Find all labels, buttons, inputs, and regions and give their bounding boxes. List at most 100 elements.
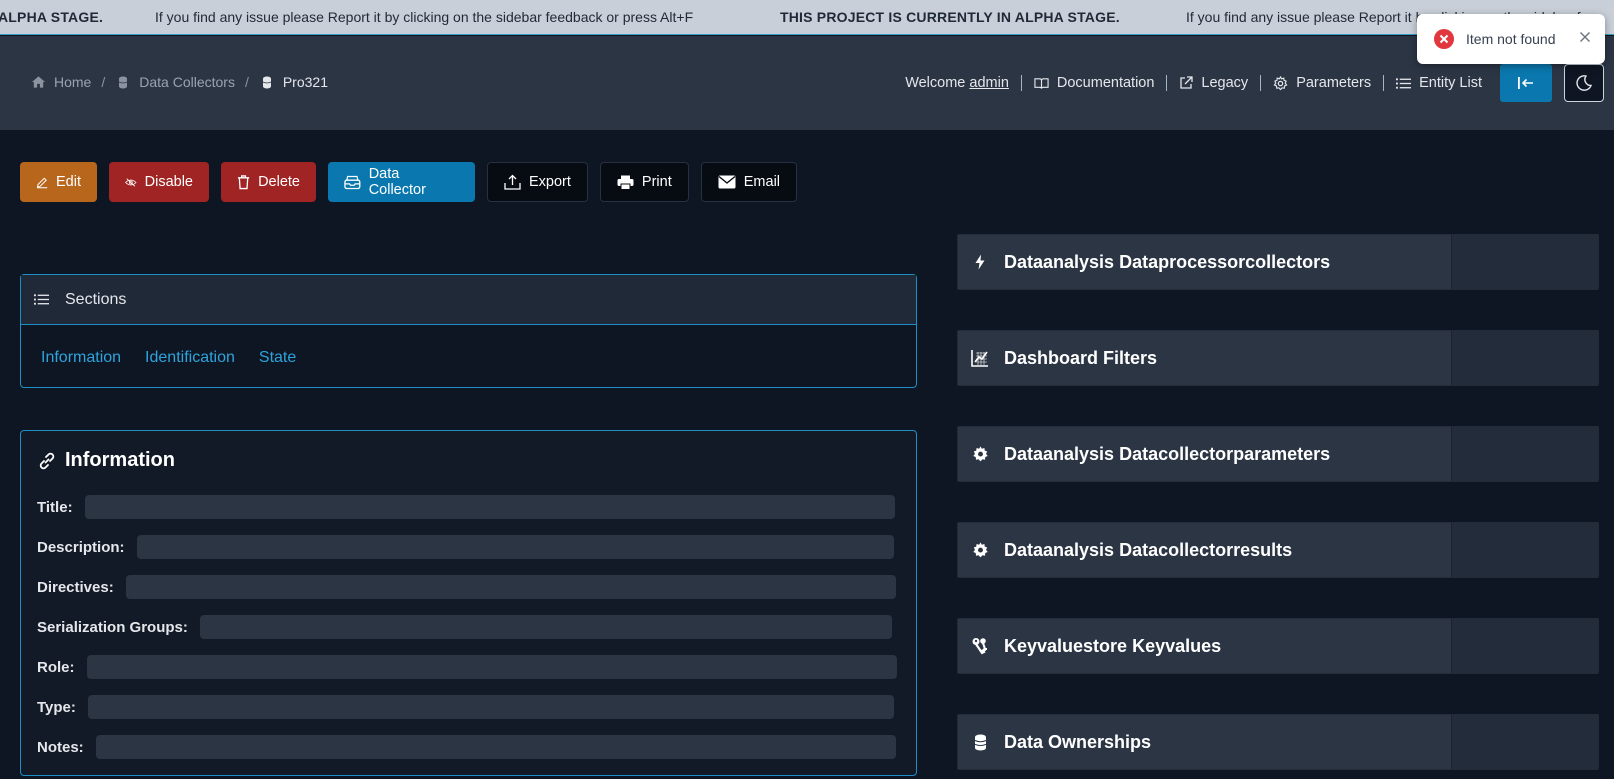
field-value-placeholder [87,695,894,719]
email-label: Email [743,174,781,190]
panel-keyvaluestore-keyvalues[interactable]: Keyvaluestore Keyvalues [957,618,1599,674]
user-link[interactable]: admin [969,75,1009,91]
panel-datacollectorparameters[interactable]: Dataanalysis Datacollectorparameters [957,426,1599,482]
list-icon [1396,77,1412,89]
field-value-placeholder [95,735,896,759]
disable-button[interactable]: Disable [109,162,209,202]
field-serialization-groups: Serialization Groups: [37,615,892,639]
sections-card: Sections Information Identification Stat… [20,274,917,388]
gear-icon [970,444,990,464]
entity-list-label: Entity List [1419,75,1482,91]
welcome-label: Welcome [905,75,966,91]
divider [1383,75,1385,91]
database-icon [115,74,131,90]
printer-icon [617,175,634,190]
panel-label: Dashboard Filters [1004,347,1158,368]
sections-title: Sections [65,290,127,308]
moon-icon [1576,75,1593,91]
welcome-text: Welcome admin [905,75,1009,91]
trash-icon [237,175,250,190]
legacy-link[interactable]: Legacy [1179,75,1248,91]
pencil-icon [36,177,48,188]
section-link-identification[interactable]: Identification [145,349,235,367]
edit-label: Edit [56,174,81,190]
breadcrumb-home[interactable]: Home [54,74,91,90]
collapse-sidebar-button[interactable] [1500,64,1552,102]
divider [1166,75,1168,91]
error-icon [1434,29,1454,49]
information-heading: Information [65,449,175,471]
panel-actions-area [1451,619,1598,673]
alpha-banner: ALPHA STAGE. If you find any issue pleas… [0,0,1614,35]
legacy-label: Legacy [1201,75,1249,91]
list-icon [34,294,49,305]
field-notes: Notes: [37,735,896,759]
envelope-icon [718,175,736,189]
parameters-link[interactable]: Parameters [1273,75,1371,91]
entity-list-link[interactable]: Entity List [1396,75,1482,91]
panel-actions-area [1451,715,1598,769]
panel-dataprocessorcollectors[interactable]: Dataanalysis Dataprocessorcollectors [957,234,1599,290]
delete-button[interactable]: Delete [221,162,316,202]
panel-actions-area [1451,523,1598,577]
field-directives: Directives: [37,575,896,599]
field-label: Description: [37,538,125,556]
panel-dashboard-filters[interactable]: Dashboard Filters [957,330,1599,386]
book-icon [1034,77,1049,89]
sections-links: Information Identification State [21,325,916,367]
panel-actions-area [1451,427,1598,481]
export-icon [504,174,521,190]
field-label: Directives: [37,578,114,596]
section-link-information[interactable]: Information [41,349,121,367]
export-button[interactable]: Export [487,162,588,202]
documentation-link[interactable]: Documentation [1034,75,1155,91]
panel-actions-area [1451,331,1598,385]
banner-message: If you find any issue please Report it b… [155,9,694,25]
field-value-placeholder [125,575,896,599]
parameters-label: Parameters [1296,75,1372,91]
export-label: Export [529,174,571,190]
panel-datacollectorresults[interactable]: Dataanalysis Datacollectorresults [957,522,1599,578]
section-link-state[interactable]: State [259,349,296,367]
sections-header: Sections [21,275,916,325]
edit-button[interactable]: Edit [20,162,97,202]
panel-label: Data Ownerships [1004,731,1152,752]
information-title: Information [37,449,175,472]
toast-message: Item not found [1466,31,1556,47]
field-label: Title: [37,498,73,516]
breadcrumb-data-collectors[interactable]: Data Collectors [139,74,235,90]
field-label: Role: [37,658,75,676]
print-label: Print [641,174,672,190]
collapse-left-icon [1518,77,1533,89]
breadcrumb-separator: / [244,74,249,90]
home-icon [30,74,46,90]
inbox-icon [344,175,361,189]
panel-actions-area [1451,235,1598,289]
divider [1020,75,1022,91]
gear-icon [1273,75,1288,90]
breadcrumb-current: Pro321 [282,74,328,90]
documentation-label: Documentation [1056,75,1155,91]
banner-alpha-left: ALPHA STAGE. [0,9,104,25]
link-icon [39,452,55,469]
panel-data-ownerships[interactable]: Data Ownerships [957,714,1599,770]
information-card: Information Title: Description: Directiv… [20,430,917,776]
email-button[interactable]: Email [700,162,798,202]
action-toolbar: Edit Disable Delete Data Collector Expor… [20,162,798,202]
print-button[interactable]: Print [599,162,689,202]
field-title: Title: [37,495,895,519]
close-icon[interactable] [1579,31,1591,43]
field-label: Notes: [37,738,84,756]
field-value-placeholder [86,655,897,679]
chart-grid-icon [970,348,990,368]
theme-toggle-button[interactable] [1564,64,1604,102]
data-collector-button[interactable]: Data Collector [328,162,475,202]
keys-icon [970,636,990,656]
disable-label: Disable [144,174,193,190]
field-value-placeholder [84,495,895,519]
banner-alpha-full: THIS PROJECT IS CURRENTLY IN ALPHA STAGE… [780,9,1120,25]
field-type: Type: [37,695,894,719]
database-icon [970,732,990,752]
panel-label: Dataanalysis Datacollectorresults [1004,539,1293,560]
database-icon [259,74,275,90]
